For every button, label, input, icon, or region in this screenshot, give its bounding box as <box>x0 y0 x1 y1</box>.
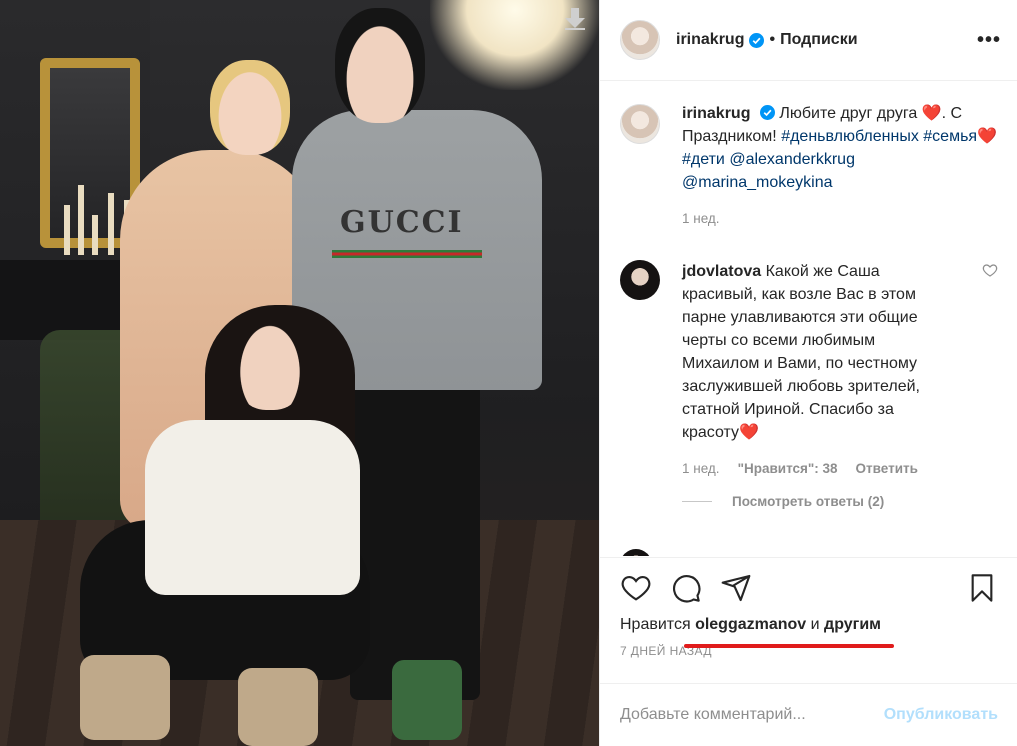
replies-line <box>682 501 712 502</box>
comments-area[interactable]: irinakrug Любите друг друга ❤️. С Праздн… <box>600 82 1017 556</box>
photo-man-head <box>335 8 425 123</box>
comment-likes[interactable]: "Нравится": 38 <box>738 461 838 476</box>
comment-author[interactable]: jdovlatova <box>682 263 761 280</box>
hashtag-link[interactable]: #дети <box>682 151 725 168</box>
photo-girl-head <box>230 310 310 410</box>
heart-outline-icon[interactable] <box>982 262 998 278</box>
caption: irinakrug Любите друг друга ❤️. С Праздн… <box>620 102 998 230</box>
mention-link[interactable]: @alexanderkkrug <box>729 151 855 168</box>
photo-man-pants <box>350 370 480 700</box>
comment-input[interactable] <box>620 706 884 724</box>
photo-woman-head <box>210 60 290 155</box>
post-header: irinakrug • Подписки ••• <box>600 0 1017 81</box>
bookmark-icon[interactable] <box>966 572 998 604</box>
author-avatar[interactable] <box>620 20 660 60</box>
comment-meta: 1 нед. "Нравится": 38 Ответить <box>682 457 944 480</box>
likes-others-link[interactable]: другим <box>824 616 881 633</box>
likes-and: и <box>810 616 820 633</box>
caption-body: irinakrug Любите друг друга ❤️. С Праздн… <box>682 102 998 230</box>
mention-link[interactable]: @marina_mokeykina <box>682 174 833 191</box>
photo-shirt-print: GUCCI <box>340 205 464 240</box>
comment-body: jdovlatova Какой же Саша красивый, как в… <box>682 260 944 480</box>
instagram-post: GUCCI irinakrug • Подписки ••• irinakrug… <box>0 0 1017 746</box>
verified-badge-icon <box>749 32 765 48</box>
red-underline-annotation <box>684 644 894 648</box>
caption-text-1: Любите друг друга <box>779 105 918 122</box>
photo-man-shoe <box>392 660 462 740</box>
share-icon[interactable] <box>720 572 752 604</box>
red-heart-emoji-icon: ❤️ <box>977 128 997 145</box>
photo-girl-boot-left <box>80 655 170 740</box>
post-actions: Нравится oleggazmanov и другим 7 ДНЕЙ НА… <box>600 557 1017 697</box>
photo-girl-shirt <box>145 420 360 595</box>
post-sidebar: irinakrug • Подписки ••• irinakrug Любит… <box>599 0 1017 746</box>
more-options-icon[interactable]: ••• <box>977 29 1001 52</box>
action-icons <box>620 572 998 604</box>
post-photo[interactable]: GUCCI <box>0 0 599 746</box>
comment-item: jdovlatova Какой же Саша красивый, как в… <box>620 260 998 480</box>
heart-icon[interactable] <box>620 572 652 604</box>
red-heart-emoji-icon: ❤️ <box>921 105 942 122</box>
comment-icon[interactable] <box>670 572 702 604</box>
red-heart-emoji-icon: ❤️ <box>739 424 759 441</box>
header-separator: • <box>769 31 776 48</box>
commenter-avatar[interactable] <box>620 260 660 300</box>
comment-text: Какой же Саша красивый, как возле Вас в … <box>682 263 920 441</box>
comment-time[interactable]: 1 нед. <box>682 461 720 476</box>
liked-by-user-link[interactable]: oleggazmanov <box>695 616 806 633</box>
next-commenter-avatar[interactable] <box>620 549 652 556</box>
likes-prefix: Нравится <box>620 616 691 633</box>
download-arrow-icon[interactable] <box>565 8 585 30</box>
reply-button[interactable]: Ответить <box>856 461 918 476</box>
hashtag-link[interactable]: #семья <box>923 128 977 145</box>
photo-shirt-stripe <box>332 250 482 258</box>
hashtag-link[interactable]: #деньвлюбленных <box>781 128 919 145</box>
add-comment-bar: Опубликовать <box>600 683 1017 746</box>
following-button[interactable]: Подписки <box>780 31 857 49</box>
caption-author-avatar[interactable] <box>620 104 660 144</box>
author-username[interactable]: irinakrug <box>676 31 744 49</box>
likes-summary: Нравится oleggazmanov и другим <box>620 616 998 634</box>
view-replies-button[interactable]: Посмотреть ответы (2) <box>682 494 998 509</box>
caption-time[interactable]: 1 нед. <box>682 207 998 230</box>
publish-button[interactable]: Опубликовать <box>884 706 998 724</box>
view-replies-label: Посмотреть ответы (2) <box>732 494 885 509</box>
photo-girl-boot-right <box>238 668 318 746</box>
verified-badge-icon <box>759 105 775 120</box>
caption-author[interactable]: irinakrug <box>682 105 750 122</box>
